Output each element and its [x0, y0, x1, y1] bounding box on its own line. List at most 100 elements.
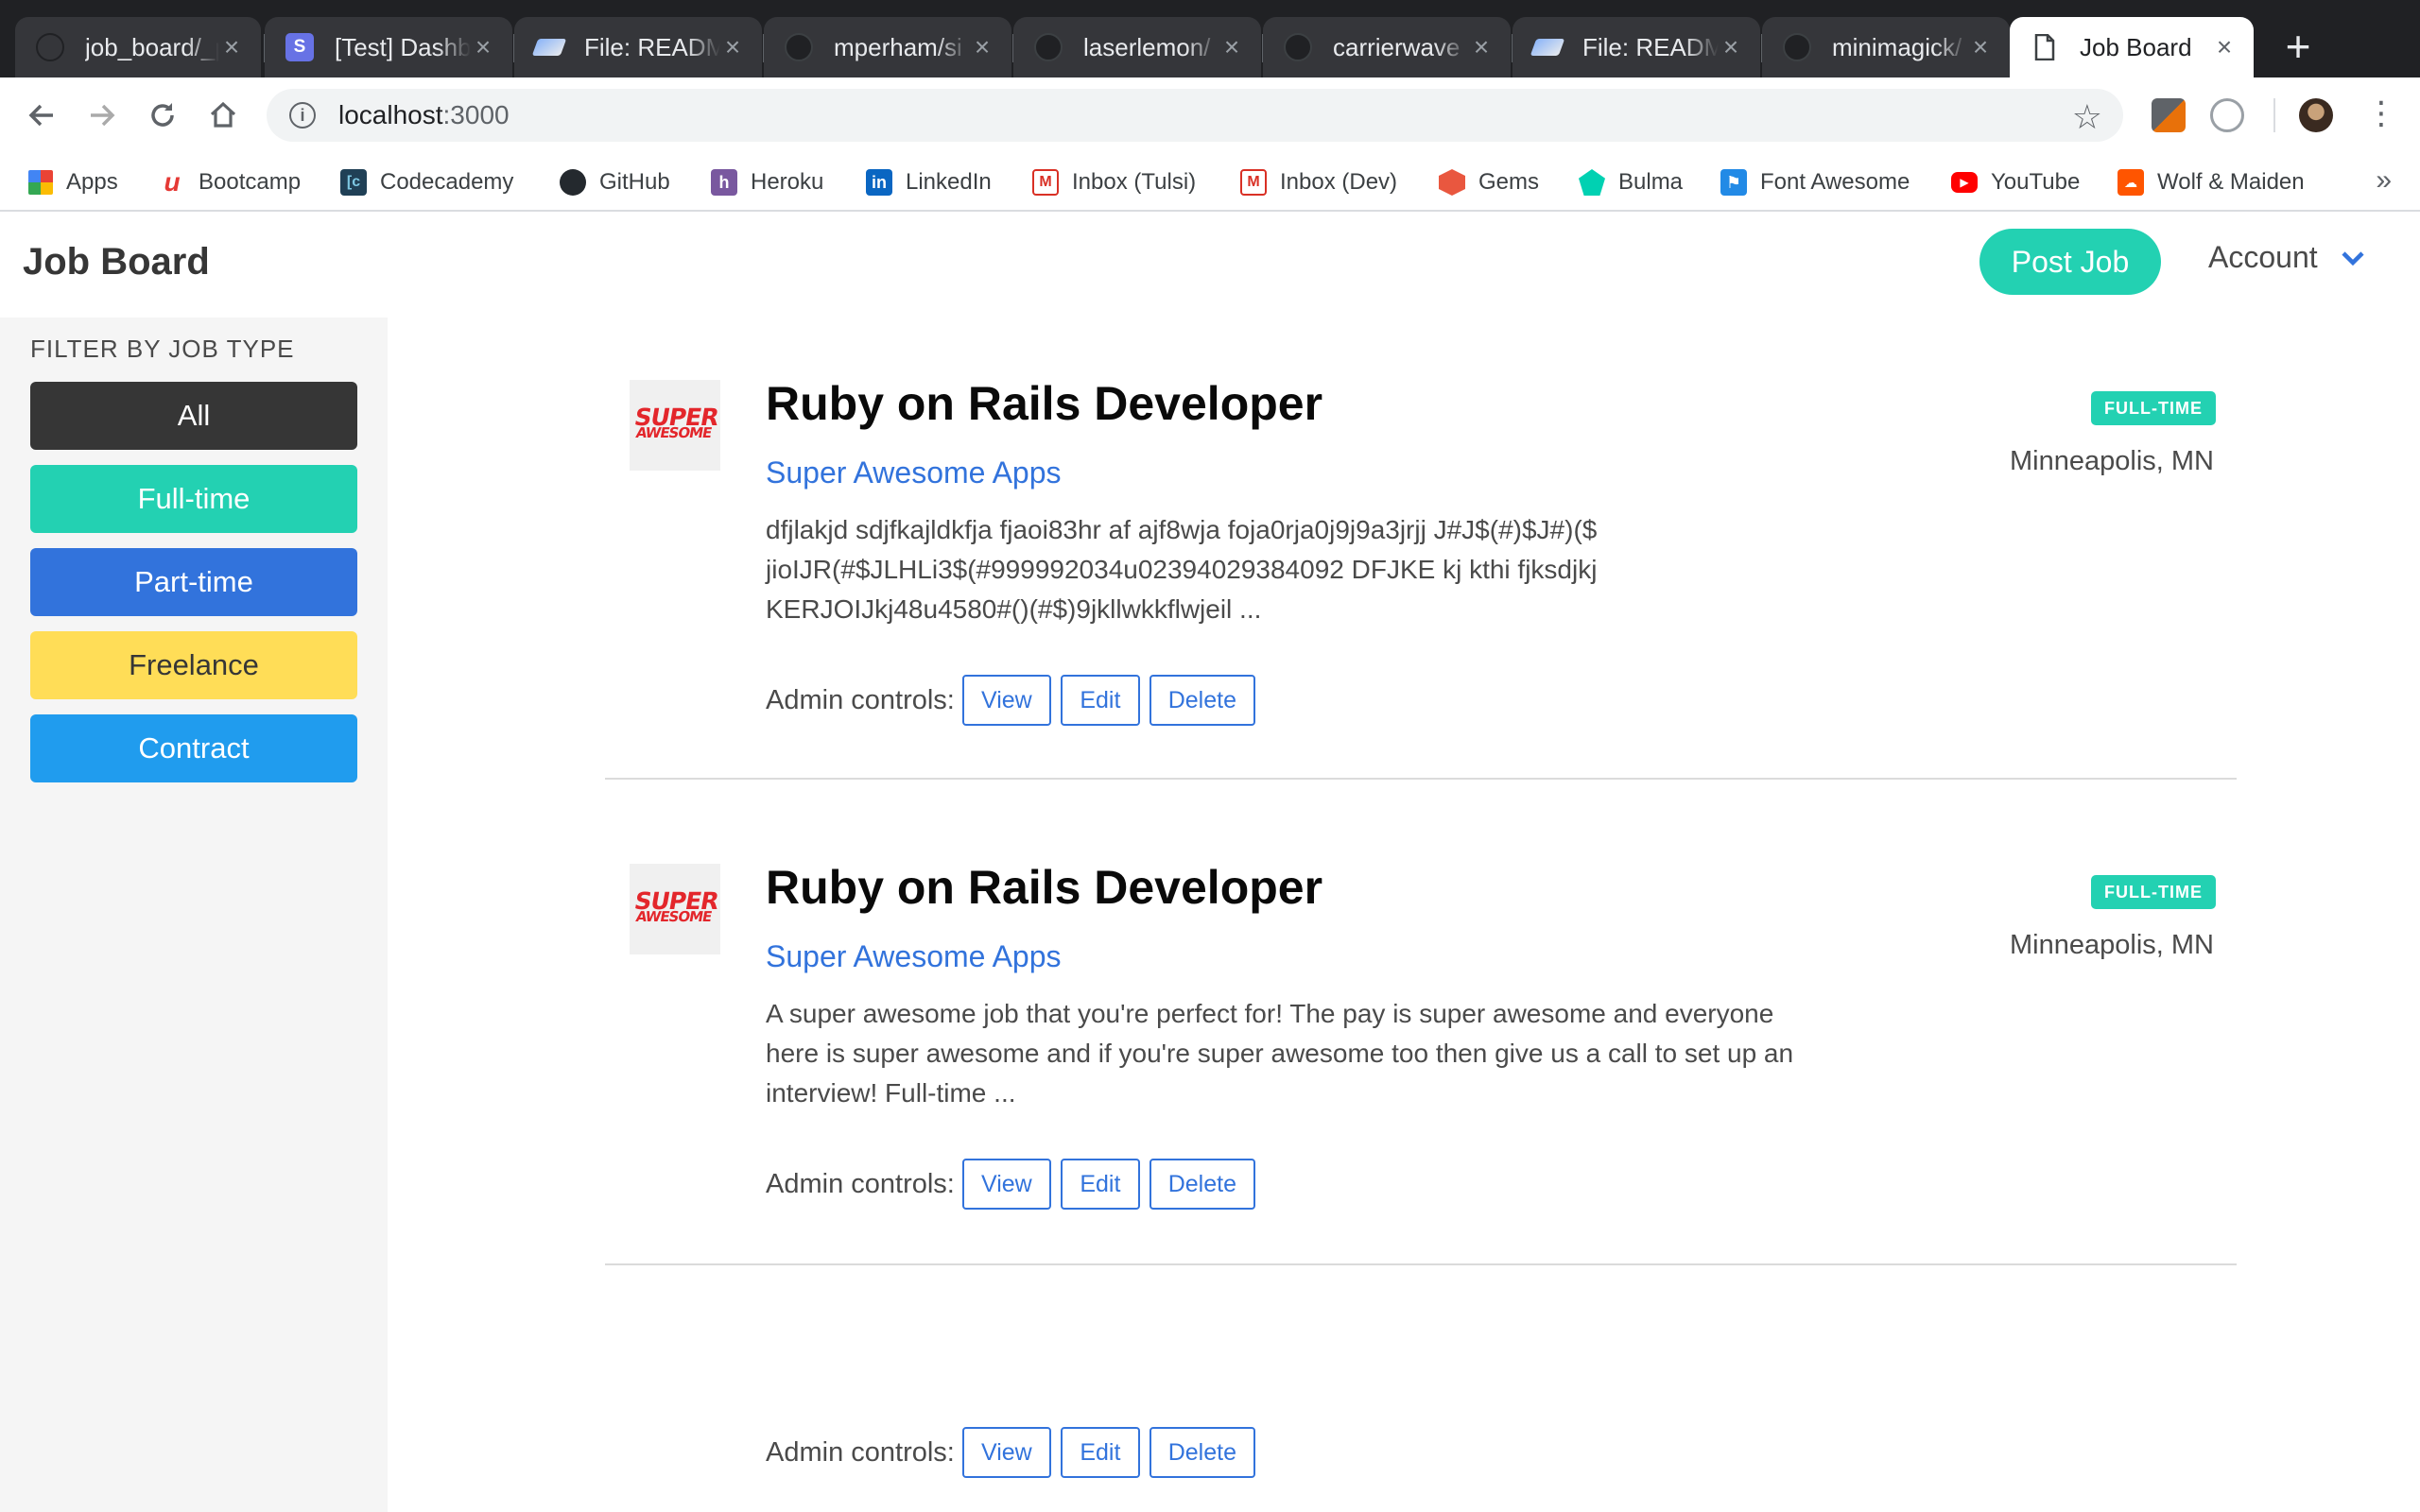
arrow-right-icon [91, 104, 115, 127]
company-logo: SUPER AWESOME [630, 864, 720, 954]
close-icon[interactable]: × [1469, 32, 1494, 62]
logo-text: SUPER [631, 887, 721, 915]
bookmark-github[interactable]: GitHub [560, 164, 670, 200]
home-button[interactable] [200, 93, 246, 138]
sidebar-heading: FILTER BY JOB TYPE [30, 335, 295, 363]
avatar[interactable] [2299, 98, 2333, 132]
office-extension-icon[interactable] [2152, 98, 2186, 132]
reload-button[interactable] [140, 93, 185, 138]
logo-text: AWESOME [634, 424, 713, 441]
apps-grid-icon [28, 170, 53, 195]
bookmark-bulma[interactable]: Bulma [1579, 164, 1683, 200]
menu-dots-icon[interactable]: ⋮ [2365, 94, 2397, 132]
bookmark-label: Bootcamp [199, 169, 302, 195]
brand-logo[interactable]: Job Board [23, 241, 210, 284]
back-button[interactable] [19, 93, 64, 138]
bookmark-codecademy[interactable]: [c Codecademy [340, 164, 513, 200]
bootcamp-icon: u [164, 167, 181, 197]
youtube-icon: ▶ [1951, 172, 1978, 193]
bookmark-linkedin[interactable]: in LinkedIn [866, 164, 992, 200]
toolbar-divider [2273, 98, 2275, 132]
view-button[interactable]: View [961, 1159, 1051, 1210]
close-icon[interactable]: × [970, 32, 994, 62]
admin-controls-label: Admin controls: [766, 1436, 955, 1468]
bookmarks-overflow-button[interactable]: » [2376, 164, 2392, 197]
company-name[interactable]: Super Awesome Apps [766, 455, 1062, 490]
bookmark-youtube[interactable]: ▶ YouTube [1951, 164, 2080, 200]
delete-button[interactable]: Delete [1149, 1159, 1255, 1210]
browser-tab[interactable]: minimagick/ × [1762, 17, 2010, 77]
job-type-badge: FULL-TIME [2091, 391, 2216, 425]
bookmark-label: Inbox (Tulsi) [1072, 169, 1197, 195]
github-icon [1284, 33, 1312, 61]
account-dropdown[interactable]: Account [2208, 240, 2365, 275]
job-description: A super awesome job that you're perfect … [766, 999, 1794, 1108]
edit-button[interactable]: Edit [1060, 675, 1140, 726]
bookmark-apps[interactable]: Apps [28, 164, 118, 200]
github-icon [560, 169, 586, 196]
delete-button[interactable]: Delete [1149, 1427, 1255, 1478]
star-icon[interactable]: ☆ [2072, 97, 2102, 137]
company-logo: SUPER AWESOME [630, 380, 720, 471]
edit-button[interactable]: Edit [1060, 1427, 1140, 1478]
new-tab-button[interactable]: + [2274, 23, 2322, 70]
sync-extension-icon[interactable] [2210, 98, 2244, 132]
gmail-icon: M [1032, 169, 1059, 196]
github-icon [1034, 33, 1063, 61]
browser-tab[interactable]: S [Test] Dashb × [265, 17, 512, 77]
bookmark-label: Codecademy [380, 169, 514, 195]
close-icon[interactable]: × [219, 32, 244, 62]
close-icon[interactable]: × [471, 32, 495, 62]
close-icon[interactable]: × [2212, 32, 2237, 62]
close-icon[interactable]: × [720, 32, 745, 62]
forward-button[interactable] [79, 93, 125, 138]
job-type-badge: FULL-TIME [2091, 875, 2216, 909]
close-icon[interactable]: × [1719, 32, 1743, 62]
logo-text: SUPER [631, 404, 721, 431]
edit-button[interactable]: Edit [1060, 1159, 1140, 1210]
view-button[interactable]: View [961, 675, 1051, 726]
gmail-icon: M [1240, 169, 1267, 196]
delete-button[interactable]: Delete [1149, 675, 1255, 726]
bookmark-label: Gems [1478, 169, 1540, 195]
browser-tab[interactable]: laserlemon/ × [1013, 17, 1261, 77]
info-icon[interactable]: i [289, 102, 316, 129]
browser-tab[interactable]: File: READM × [1512, 17, 1760, 77]
view-button[interactable]: View [961, 1427, 1051, 1478]
company-name[interactable]: Super Awesome Apps [766, 939, 1062, 974]
filter-full-time-button[interactable]: Full-time [30, 465, 357, 533]
close-icon[interactable]: × [1219, 32, 1244, 62]
browser-tab-active[interactable]: Job Board × [2010, 17, 2254, 77]
tab-title: carrierwave [1333, 32, 1461, 61]
filter-freelance-button[interactable]: Freelance [30, 631, 357, 699]
close-icon[interactable]: × [1968, 32, 1993, 62]
job-listing: SUPER AWESOME Ruby on Rails Developer Su… [605, 377, 2237, 780]
post-job-button[interactable]: Post Job [1979, 229, 2161, 295]
job-title[interactable]: Ruby on Rails Developer [766, 860, 1322, 915]
address-bar[interactable]: i localhost:3000 ☆ [267, 89, 2123, 142]
bookmark-font-awesome[interactable]: ⚑ Font Awesome [1720, 164, 1910, 200]
browser-toolbar: i localhost:3000 ☆ ⋮ [0, 77, 2420, 153]
stripe-icon: S [285, 33, 314, 61]
bookmark-wolf-maiden[interactable]: ☁ Wolf & Maiden [2118, 164, 2305, 200]
bookmark-inbox-tulsi[interactable]: M Inbox (Tulsi) [1032, 164, 1196, 200]
bookmark-inbox-dev[interactable]: M Inbox (Dev) [1240, 164, 1397, 200]
reload-icon [151, 103, 174, 127]
filter-contract-button[interactable]: Contract [30, 714, 357, 782]
bookmark-gems[interactable]: Gems [1439, 164, 1539, 200]
bookmark-bootcamp[interactable]: u Bootcamp [159, 164, 301, 200]
job-title[interactable]: Ruby on Rails Developer [766, 376, 1322, 431]
job-listing: SUPER AWESOME Ruby on Rails Developer Su… [605, 861, 2237, 1265]
bookmark-heroku[interactable]: h Heroku [711, 164, 823, 200]
tab-title: mperham/si [834, 32, 962, 61]
browser-tab[interactable]: carrierwave × [1263, 17, 1511, 77]
browser-tab[interactable]: mperham/si × [764, 17, 1011, 77]
filter-part-time-button[interactable]: Part-time [30, 548, 357, 616]
rubygems-icon [1439, 169, 1465, 196]
tab-title: job_board/_p [85, 32, 219, 61]
filter-all-button[interactable]: All [30, 382, 357, 450]
admin-controls: Admin controls: View Edit Delete [766, 1427, 1265, 1478]
browser-tab[interactable]: job_board/_p × [15, 17, 261, 77]
bookmark-label: LinkedIn [906, 169, 992, 195]
browser-tab[interactable]: File: READM × [514, 17, 762, 77]
